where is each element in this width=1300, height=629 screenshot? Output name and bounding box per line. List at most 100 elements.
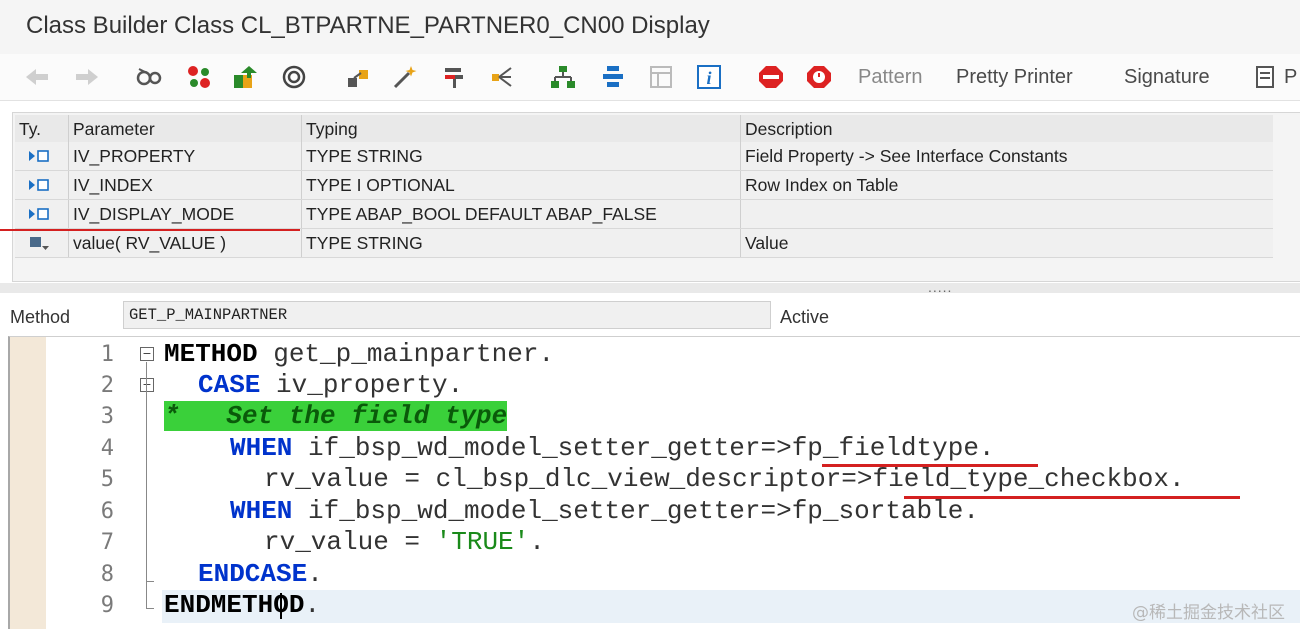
- keyword: WHEN: [230, 496, 293, 526]
- glasses-icon[interactable]: [134, 63, 164, 91]
- object-list-icon[interactable]: [279, 63, 309, 91]
- method-name-field[interactable]: GET_P_MAINPARTNER: [123, 301, 771, 329]
- code-line: METHOD get_p_mainpartner.: [164, 339, 554, 370]
- method-name-value: GET_P_MAINPARTNER: [129, 306, 288, 324]
- string-literal: 'TRUE': [435, 527, 530, 557]
- keyword: WHEN: [230, 433, 293, 463]
- code-line: * Set the field type: [164, 401, 508, 432]
- table-row[interactable]: value( RV_VALUE ) TYPE STRING Value: [15, 229, 1273, 258]
- stop-watch-icon[interactable]: [804, 63, 834, 91]
- param-description: Field Property -> See Interface Constant…: [745, 146, 1068, 166]
- table-row[interactable]: IV_PROPERTY TYPE STRING Field Property -…: [15, 142, 1273, 171]
- partial-button-label[interactable]: P: [1284, 63, 1297, 91]
- keyword: CASE: [198, 370, 261, 400]
- frame-icon[interactable]: [646, 63, 676, 91]
- line-number: 3: [100, 404, 114, 429]
- method-bar: Method GET_P_MAINPARTNER Active: [0, 293, 1300, 337]
- param-name: IV_INDEX: [69, 171, 302, 199]
- code-line: rv_value = 'TRUE'.: [264, 527, 545, 558]
- fold-guide: [146, 581, 154, 582]
- param-typing: TYPE I OPTIONAL: [302, 171, 741, 199]
- code-text: if_bsp_wd_model_setter_getter=>fp_fieldt…: [292, 433, 995, 463]
- table-row[interactable]: IV_DISPLAY_MODE TYPE ABAP_BOOL DEFAULT A…: [15, 200, 1273, 229]
- window-title: Class Builder Class CL_BTPARTNE_PARTNER0…: [26, 12, 710, 39]
- line-number: 8: [100, 562, 114, 587]
- header-typing[interactable]: Typing: [302, 115, 741, 143]
- current-line-highlight: [162, 590, 1300, 623]
- code-text: iv_property.: [260, 370, 464, 400]
- param-description: [741, 200, 1273, 228]
- code-line: ENDCASE.: [198, 559, 323, 590]
- hierarchy-icon[interactable]: [343, 63, 373, 91]
- returning-param-icon: [15, 229, 69, 257]
- table-header: Ty. Parameter Typing Description: [15, 115, 1273, 143]
- split-icon[interactable]: [488, 63, 518, 91]
- collapse-icon[interactable]: −: [140, 347, 154, 361]
- annotation-underline: [0, 229, 300, 231]
- code-text: get_p_mainpartner.: [257, 339, 555, 369]
- activate-icon[interactable]: [598, 63, 628, 91]
- param-typing: TYPE ABAP_BOOL DEFAULT ABAP_FALSE: [302, 200, 741, 228]
- param-typing: TYPE STRING: [302, 142, 741, 170]
- line-number: 6: [100, 499, 114, 524]
- org-structure-icon[interactable]: [548, 63, 578, 91]
- text-cursor: [280, 593, 282, 619]
- importing-param-icon: [15, 171, 69, 199]
- importing-param-icon: [15, 142, 69, 170]
- forward-arrow-icon[interactable]: [72, 63, 102, 91]
- comment: * Set the field type: [164, 401, 508, 431]
- svg-text:i: i: [706, 68, 711, 88]
- header-parameter[interactable]: Parameter: [69, 115, 302, 143]
- line-number: 1: [100, 342, 114, 367]
- back-arrow-icon[interactable]: [22, 63, 52, 91]
- param-name: IV_PROPERTY: [69, 142, 302, 170]
- keyword: ENDMETHOD: [164, 590, 305, 620]
- keyword: ENDCASE: [198, 559, 308, 589]
- line-number: 2: [100, 373, 114, 398]
- parameters-table: Ty. Parameter Typing Description IV_PROP…: [12, 112, 1300, 282]
- keyword: METHOD: [164, 339, 258, 369]
- header-description[interactable]: Description: [741, 115, 1273, 143]
- code-line: WHEN if_bsp_wd_model_setter_getter=>fp_s…: [230, 496, 979, 527]
- code-editor[interactable]: 1 2 3 4 5 6 7 8 9 − − METHOD get_p_mainp…: [8, 336, 1300, 629]
- code-text: .: [307, 559, 323, 589]
- annotation-underline: [822, 464, 1038, 467]
- code-text: .: [304, 590, 321, 620]
- line-number: 9: [100, 593, 114, 618]
- pattern-button[interactable]: Pattern: [858, 63, 922, 91]
- code-line: CASE iv_property.: [198, 370, 463, 401]
- title-bar: Class Builder Class CL_BTPARTNE_PARTNER0…: [0, 0, 1300, 54]
- watermark: @稀土掘金技术社区: [1132, 603, 1285, 623]
- line-number: 5: [100, 467, 114, 492]
- table-row[interactable]: IV_INDEX TYPE I OPTIONAL Row Index on Ta…: [15, 171, 1273, 200]
- line-number: 7: [100, 530, 114, 555]
- code-text: if_bsp_wd_model_setter_getter=>fp_sortab…: [292, 496, 979, 526]
- stop-red-icon[interactable]: [756, 63, 786, 91]
- status-text: Active: [780, 307, 830, 327]
- signature-button[interactable]: Signature: [1124, 63, 1210, 91]
- method-label: Method: [10, 307, 71, 327]
- print-icon[interactable]: [1252, 63, 1280, 91]
- param-description: Row Index on Table: [745, 175, 899, 195]
- collapse-icon[interactable]: −: [140, 378, 154, 392]
- transport-icon[interactable]: [230, 63, 260, 91]
- pretty-printer-button[interactable]: Pretty Printer: [956, 63, 1073, 91]
- annotation-underline: [904, 496, 1240, 499]
- where-used-icon[interactable]: [440, 63, 470, 91]
- code-line: WHEN if_bsp_wd_model_setter_getter=>fp_f…: [230, 433, 995, 464]
- code-text: .: [529, 527, 545, 557]
- param-typing: TYPE STRING: [302, 229, 741, 257]
- molecule-icon[interactable]: [184, 63, 214, 91]
- magic-wand-icon[interactable]: [390, 63, 420, 91]
- splitter-handle[interactable]: .....: [0, 279, 1300, 295]
- info-icon[interactable]: i: [694, 63, 724, 91]
- param-name: IV_DISPLAY_MODE: [69, 200, 302, 228]
- application-toolbar: i Pattern Pretty Printer Signature P: [0, 54, 1300, 101]
- editor-gutter: [10, 337, 46, 629]
- param-name: value( RV_VALUE ): [69, 229, 302, 257]
- fold-guide: [146, 608, 154, 609]
- header-type[interactable]: Ty.: [15, 115, 69, 143]
- importing-param-icon: [15, 200, 69, 228]
- code-line: ENDMETHOD.: [164, 590, 320, 621]
- fold-guide: [146, 362, 147, 608]
